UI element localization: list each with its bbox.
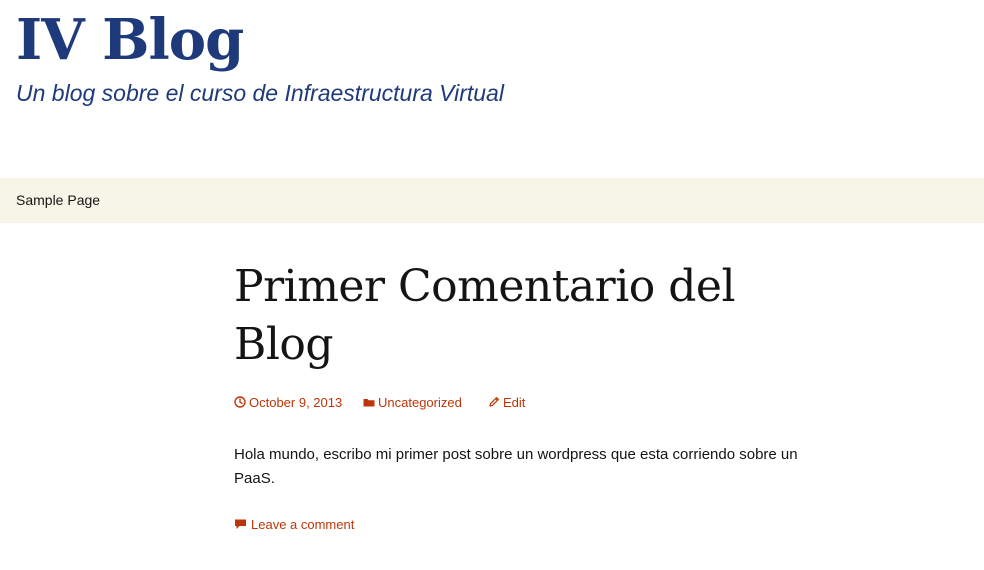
site-title[interactable]: IV Blog: [16, 4, 244, 76]
post-edit-link[interactable]: Edit: [488, 394, 525, 412]
leave-comment-label: Leave a comment: [251, 517, 355, 532]
speech-bubble-icon: [235, 519, 246, 529]
post-category-link[interactable]: Uncategorized: [363, 394, 462, 412]
clock-icon: [234, 396, 246, 408]
main-navigation: Sample Page: [0, 178, 984, 223]
post-content: Hola mundo, escribo mi primer post sobre…: [234, 446, 798, 487]
pencil-icon: [489, 397, 499, 407]
post-date-link[interactable]: October 9, 2013: [234, 394, 342, 412]
post-article: Primer Comentario del Blog October 9, 20…: [234, 258, 834, 532]
post-date: October 9, 2013: [249, 395, 343, 410]
leave-comment-link[interactable]: Leave a comment: [234, 516, 354, 534]
post-title[interactable]: Primer Comentario del Blog: [234, 258, 834, 374]
folder-icon: [363, 399, 375, 407]
site-header: IV Blog Un blog sobre el curso de Infrae…: [0, 0, 984, 178]
nav-item-sample-page[interactable]: Sample Page: [16, 191, 100, 209]
post-edit-label: Edit: [503, 395, 526, 410]
site-description: Un blog sobre el curso de Infraestructur…: [16, 80, 504, 106]
post-category: Uncategorized: [378, 395, 462, 410]
